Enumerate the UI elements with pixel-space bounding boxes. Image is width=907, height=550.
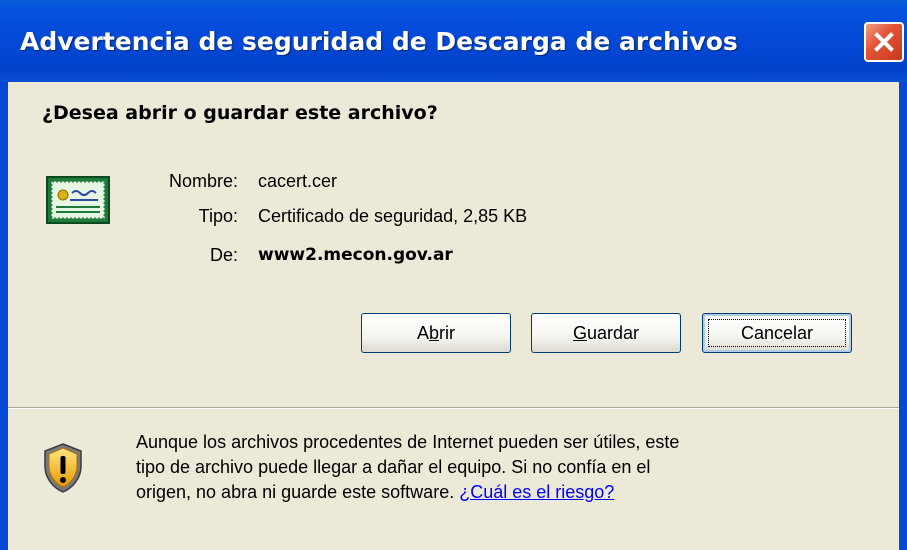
warning-line-1: Aunque los archivos procedentes de Inter… (136, 432, 680, 452)
save-button-label: Guardar (572, 322, 640, 343)
cancel-button-label: Cancelar (740, 322, 814, 343)
warning-message: Aunque los archivos procedentes de Inter… (136, 430, 836, 505)
file-source-value: www2.mecon.gov.ar (258, 245, 453, 265)
title-bar[interactable]: Advertencia de seguridad de Descarga de … (0, 0, 907, 82)
open-button-label: Abrir (416, 322, 456, 343)
dialog-question: ¿Desea abrir o guardar este archivo? (42, 102, 438, 124)
file-name-value: cacert.cer (258, 171, 338, 191)
file-type-value: Certificado de seguridad, 2,85 KB (258, 206, 528, 226)
window-border-right (899, 82, 907, 550)
name-label: Nombre: (168, 171, 238, 191)
security-warning-dialog: Advertencia de seguridad de Descarga de … (0, 0, 907, 550)
cancel-button[interactable]: Cancelar (702, 313, 852, 353)
risk-link[interactable]: ¿Cuál es el riesgo? (459, 482, 614, 502)
warning-shield-icon (44, 443, 82, 493)
from-label: De: (209, 245, 238, 265)
window-border-left (0, 82, 8, 550)
warning-line-3: origen, no abra ni guarde este software.… (136, 482, 615, 502)
close-icon (874, 32, 894, 52)
certificate-file-icon (46, 176, 110, 224)
section-divider-highlight (8, 408, 899, 409)
warning-line-2: tipo de archivo puede llegar a dañar el … (136, 457, 651, 477)
type-label: Tipo: (198, 206, 238, 226)
window-title: Advertencia de seguridad de Descarga de … (20, 27, 738, 56)
save-button[interactable]: Guardar (531, 313, 681, 353)
close-button[interactable] (864, 22, 904, 62)
open-button[interactable]: Abrir (361, 313, 511, 353)
